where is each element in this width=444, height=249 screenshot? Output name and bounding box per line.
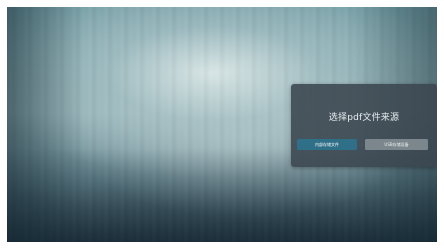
internal-storage-button[interactable]: 内部存储文件 (297, 139, 357, 150)
dialog-title: 选择pdf文件来源 (328, 113, 400, 123)
pdf-source-dialog: 选择pdf文件来源 内部存储文件 USB存储设备 (291, 84, 437, 167)
wallpaper-background: 选择pdf文件来源 内部存储文件 USB存储设备 (7, 7, 437, 242)
usb-storage-button[interactable]: USB存储设备 (365, 139, 428, 150)
screen-frame: 选择pdf文件来源 内部存储文件 USB存储设备 (0, 0, 444, 249)
